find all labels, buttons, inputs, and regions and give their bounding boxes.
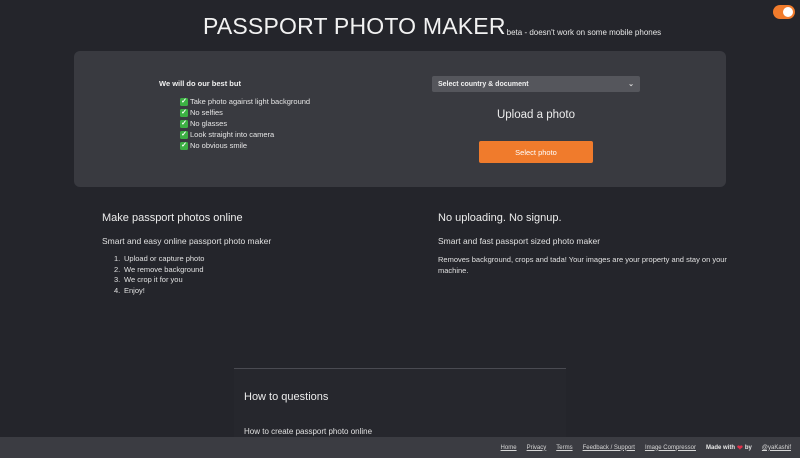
footer-link-terms[interactable]: Terms bbox=[556, 445, 572, 451]
checkmark-icon: ✓ bbox=[180, 97, 188, 106]
select-photo-button[interactable]: Select photo bbox=[479, 141, 593, 163]
howto-question[interactable]: How to create passport photo online bbox=[244, 427, 372, 436]
footer-link-home[interactable]: Home bbox=[501, 445, 517, 451]
upload-heading: Upload a photo bbox=[496, 109, 575, 121]
upload-panel: We will do our best but ✓ Take photo agai… bbox=[74, 51, 726, 187]
no-upload-section: No uploading. No signup. Smart and fast … bbox=[438, 212, 728, 276]
make-online-section: Make passport photos online Smart and ea… bbox=[102, 212, 402, 296]
author-link[interactable]: @yaKashif bbox=[762, 445, 791, 451]
footer: Home Privacy Terms Feedback / Support Im… bbox=[0, 437, 800, 458]
section-title: No uploading. No signup. bbox=[438, 212, 562, 224]
steps-list: 1. Upload or capture photo 2. We remove ba… bbox=[102, 254, 402, 296]
header: PASSPORT PHOTO MAKER beta - doesn't work… bbox=[203, 13, 661, 40]
checkmark-icon: ✓ bbox=[180, 119, 188, 128]
checkmark-icon: ✓ bbox=[180, 130, 188, 139]
toggle-knob bbox=[783, 7, 793, 17]
checkmark-icon: ✓ bbox=[180, 141, 188, 150]
section-subtitle: Smart and easy online passport photo mak… bbox=[102, 236, 272, 246]
theme-toggle[interactable] bbox=[773, 5, 795, 19]
tip-item: ✓ No selfies bbox=[180, 108, 223, 117]
tips-intro: We will do our best but bbox=[159, 79, 241, 88]
section-title: Make passport photos online bbox=[102, 212, 243, 224]
howto-title: How to questions bbox=[244, 391, 329, 403]
footer-link-feedback[interactable]: Feedback / Support bbox=[583, 445, 635, 451]
by-label: by bbox=[744, 444, 752, 451]
tip-item: ✓ No obvious smile bbox=[180, 141, 248, 150]
beta-note: beta - doesn't work on some mobile phone… bbox=[506, 28, 662, 37]
section-subtitle: Smart and fast passport sized photo make… bbox=[438, 236, 601, 246]
select-value: Select country & document bbox=[438, 80, 529, 88]
made-with-label: Made with bbox=[705, 444, 735, 451]
checkmark-icon: ✓ bbox=[180, 108, 188, 117]
tip-item: ✓ No glasses bbox=[180, 119, 228, 128]
list-item: 3. We crop it for you bbox=[114, 275, 183, 284]
country-document-select[interactable]: Select country & document ⌄ bbox=[432, 76, 640, 92]
tips-list: ✓ Take photo against light background ✓ No… bbox=[180, 96, 310, 151]
list-item: 2. We remove background bbox=[114, 264, 204, 274]
chevron-down-icon: ⌄ bbox=[628, 81, 634, 88]
section-paragraph: Removes background, crops and tada! Your… bbox=[438, 255, 727, 275]
footer-link-privacy[interactable]: Privacy bbox=[527, 445, 547, 451]
made-with-credit: Made with ❤ by @yaKashif bbox=[706, 444, 791, 452]
list-item: 1. Upload or capture photo bbox=[114, 254, 205, 263]
list-item: 4. Enjoy! bbox=[114, 285, 145, 295]
footer-link-image-compressor[interactable]: Image Compressor bbox=[645, 445, 696, 451]
page-title: PASSPORT PHOTO MAKER bbox=[203, 13, 506, 39]
tip-item: ✓ Take photo against light background bbox=[180, 97, 311, 106]
tip-item: ✓ Look straight into camera bbox=[180, 130, 275, 139]
heart-icon: ❤ bbox=[737, 444, 743, 452]
